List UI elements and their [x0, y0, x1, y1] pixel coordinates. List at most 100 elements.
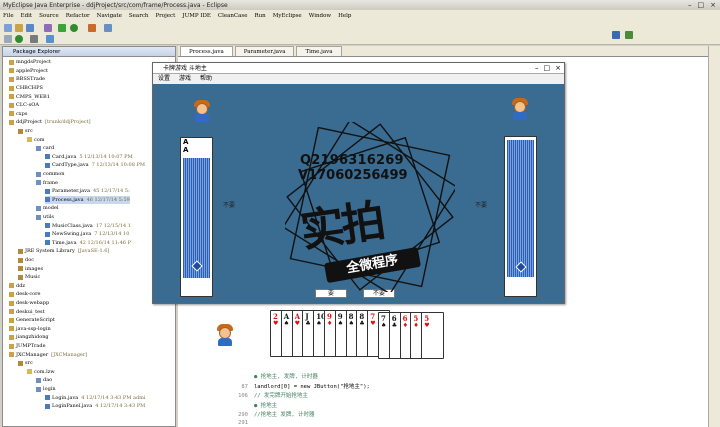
tree-item[interactable]: ddz	[9, 282, 25, 291]
menu-cleancase[interactable]: CleanCase	[218, 13, 248, 19]
tree-item[interactable]: CMPS_WEB1	[9, 92, 50, 101]
tree-item[interactable]: java-ssp-login	[9, 325, 51, 334]
tree-item[interactable]: BBSSTrade	[9, 75, 45, 84]
menu-file[interactable]: File	[3, 13, 14, 19]
tree-item[interactable]: CardType.java 7 12/13/14 10:08 PM	[45, 161, 145, 170]
package-explorer-tab[interactable]: Package Explorer	[3, 47, 175, 57]
tree-item[interactable]: dao	[36, 376, 52, 385]
tree-item[interactable]: mngdsProject	[9, 58, 51, 67]
tree-item-label: GenerateScript	[16, 317, 55, 324]
tree-item[interactable]: login	[36, 385, 56, 394]
tree-item[interactable]: doc	[18, 256, 34, 265]
server-icon[interactable]	[88, 24, 96, 32]
menu-jump-ide[interactable]: JUMP IDE	[182, 13, 211, 19]
tree-item-meta: 4 12/17/14 3:43 PM	[95, 403, 146, 410]
tree-item[interactable]: Card.java 5 12/13/14 10:07 PM	[45, 153, 133, 162]
right-pass-label: 不要	[475, 202, 488, 209]
player-card[interactable]: 5 ♥	[421, 312, 445, 359]
tree-item[interactable]: appleProject	[9, 67, 48, 76]
ide-titlebar: MyEclipse Java Enterprise - ddjProject/s…	[0, 0, 720, 10]
card-suit-icon: ♣	[391, 322, 398, 329]
stop-icon[interactable]	[30, 35, 38, 43]
tree-item[interactable]: desk-core	[9, 290, 41, 299]
editor-tab[interactable]: Process.java	[180, 46, 233, 56]
tree-item-label: NewSwing.java	[52, 231, 92, 238]
tree-item[interactable]: images	[18, 264, 43, 273]
folder-icon	[18, 274, 23, 280]
java-file-icon	[45, 197, 50, 203]
close-icon[interactable]: ×	[710, 1, 716, 9]
save-icon[interactable]	[26, 24, 34, 32]
tree-item[interactable]: src	[18, 359, 33, 368]
tree-item[interactable]: JXCManager [JXCManager]	[9, 350, 87, 359]
tree-item[interactable]: cxps	[9, 110, 27, 119]
tree-item[interactable]: Music	[18, 273, 40, 282]
tree-item[interactable]: model	[36, 204, 59, 213]
tree-item[interactable]: NewSwing.java 7 12/13/14 10	[45, 230, 129, 239]
menu-window[interactable]: Window	[309, 13, 331, 19]
tree-item[interactable]: CHBCHPS	[9, 84, 43, 93]
menu-myeclipse[interactable]: MyEclipse	[273, 13, 302, 19]
search-icon[interactable]	[104, 24, 112, 32]
menu-run[interactable]: Run	[255, 13, 266, 19]
new-icon[interactable]	[4, 24, 12, 32]
tree-item[interactable]: CLC-sOA	[9, 101, 39, 110]
tree-item[interactable]: Time.java 42 12/16/14 11:46 P	[45, 239, 131, 248]
tree-item[interactable]: desk-webapp	[9, 299, 49, 308]
run-icon[interactable]	[70, 24, 78, 32]
tree-item[interactable]: src	[18, 127, 33, 136]
right-sidebar	[708, 46, 720, 427]
menu-search[interactable]: Search	[129, 13, 149, 19]
minimize-icon[interactable]: –	[688, 1, 692, 9]
tree-item[interactable]: com.lzw	[27, 368, 55, 377]
menu-navigate[interactable]: Navigate	[97, 13, 122, 19]
debug-icon[interactable]	[58, 24, 66, 32]
pass-button[interactable]: 不要	[363, 289, 395, 298]
build-icon[interactable]	[44, 24, 52, 32]
tree-item[interactable]: frame	[36, 178, 58, 187]
tree-item[interactable]: deskui_test	[9, 307, 45, 316]
game-close-icon[interactable]: ×	[555, 63, 561, 74]
tree-item[interactable]: Parameter.java 45 12/17/14 5:	[45, 187, 130, 196]
game-menu-item[interactable]: 设置	[158, 74, 170, 84]
editor-tab[interactable]: Time.java	[296, 46, 342, 56]
editor-tab[interactable]: Parameter.java	[234, 46, 295, 56]
tree-item[interactable]: com	[27, 135, 45, 144]
menu-edit[interactable]: Edit	[21, 13, 33, 19]
java-perspective-icon[interactable]	[625, 31, 633, 39]
left-opponent-hand: A A	[180, 137, 213, 297]
tree-item[interactable]: utils	[36, 213, 54, 222]
game-menu-item[interactable]: 游戏	[179, 74, 191, 84]
left-pass-label: 不要	[223, 202, 236, 209]
game-minimize-icon[interactable]: –	[535, 63, 539, 74]
player-avatar	[214, 323, 236, 346]
tree-item[interactable]: Login.java 4 12/17/14 3:43 PM admi	[45, 393, 146, 402]
folder-icon	[9, 309, 14, 315]
menu-refactor[interactable]: Refactor	[66, 13, 90, 19]
tree-item-label: Music	[25, 274, 41, 281]
menu-project[interactable]: Project	[155, 13, 175, 19]
tree-item[interactable]: MusicClass.java 17 12/15/14 1	[45, 221, 131, 230]
tree-item[interactable]: LoginPanel.java 4 12/17/14 3:43 PM	[45, 402, 145, 411]
maximize-icon[interactable]: □	[698, 1, 705, 9]
game-maximize-icon[interactable]: □	[544, 63, 551, 74]
play-button[interactable]: 要	[315, 289, 347, 298]
tree-item[interactable]: card	[36, 144, 54, 153]
tree-item[interactable]: common	[36, 170, 65, 179]
tree-item[interactable]: ddjProject [trunk/ddjProject]	[9, 118, 91, 127]
forward-icon[interactable]	[46, 35, 54, 43]
menu-help[interactable]: Help	[338, 13, 351, 19]
tree-item-label: LoginPanel.java	[52, 403, 93, 410]
open-icon[interactable]	[15, 24, 23, 32]
tree-item[interactable]: JUMPTrade	[9, 342, 46, 351]
run-last-icon[interactable]	[15, 35, 23, 43]
menu-source[interactable]: Source	[39, 13, 59, 19]
tree-item[interactable]: GenerateScript	[9, 316, 55, 325]
tree-item[interactable]: JRE System Library [JavaSE-1.6]	[18, 247, 109, 256]
tree-item[interactable]: Process.java 46 12/17/14 5:59	[45, 195, 130, 205]
perspective-icon[interactable]	[612, 31, 620, 39]
tree-item-meta: 45 12/17/14 5:	[92, 188, 130, 195]
game-menu-item[interactable]: 帮助	[200, 74, 212, 84]
back-icon[interactable]	[4, 35, 12, 43]
tree-item[interactable]: jiangzhidong	[9, 333, 49, 342]
